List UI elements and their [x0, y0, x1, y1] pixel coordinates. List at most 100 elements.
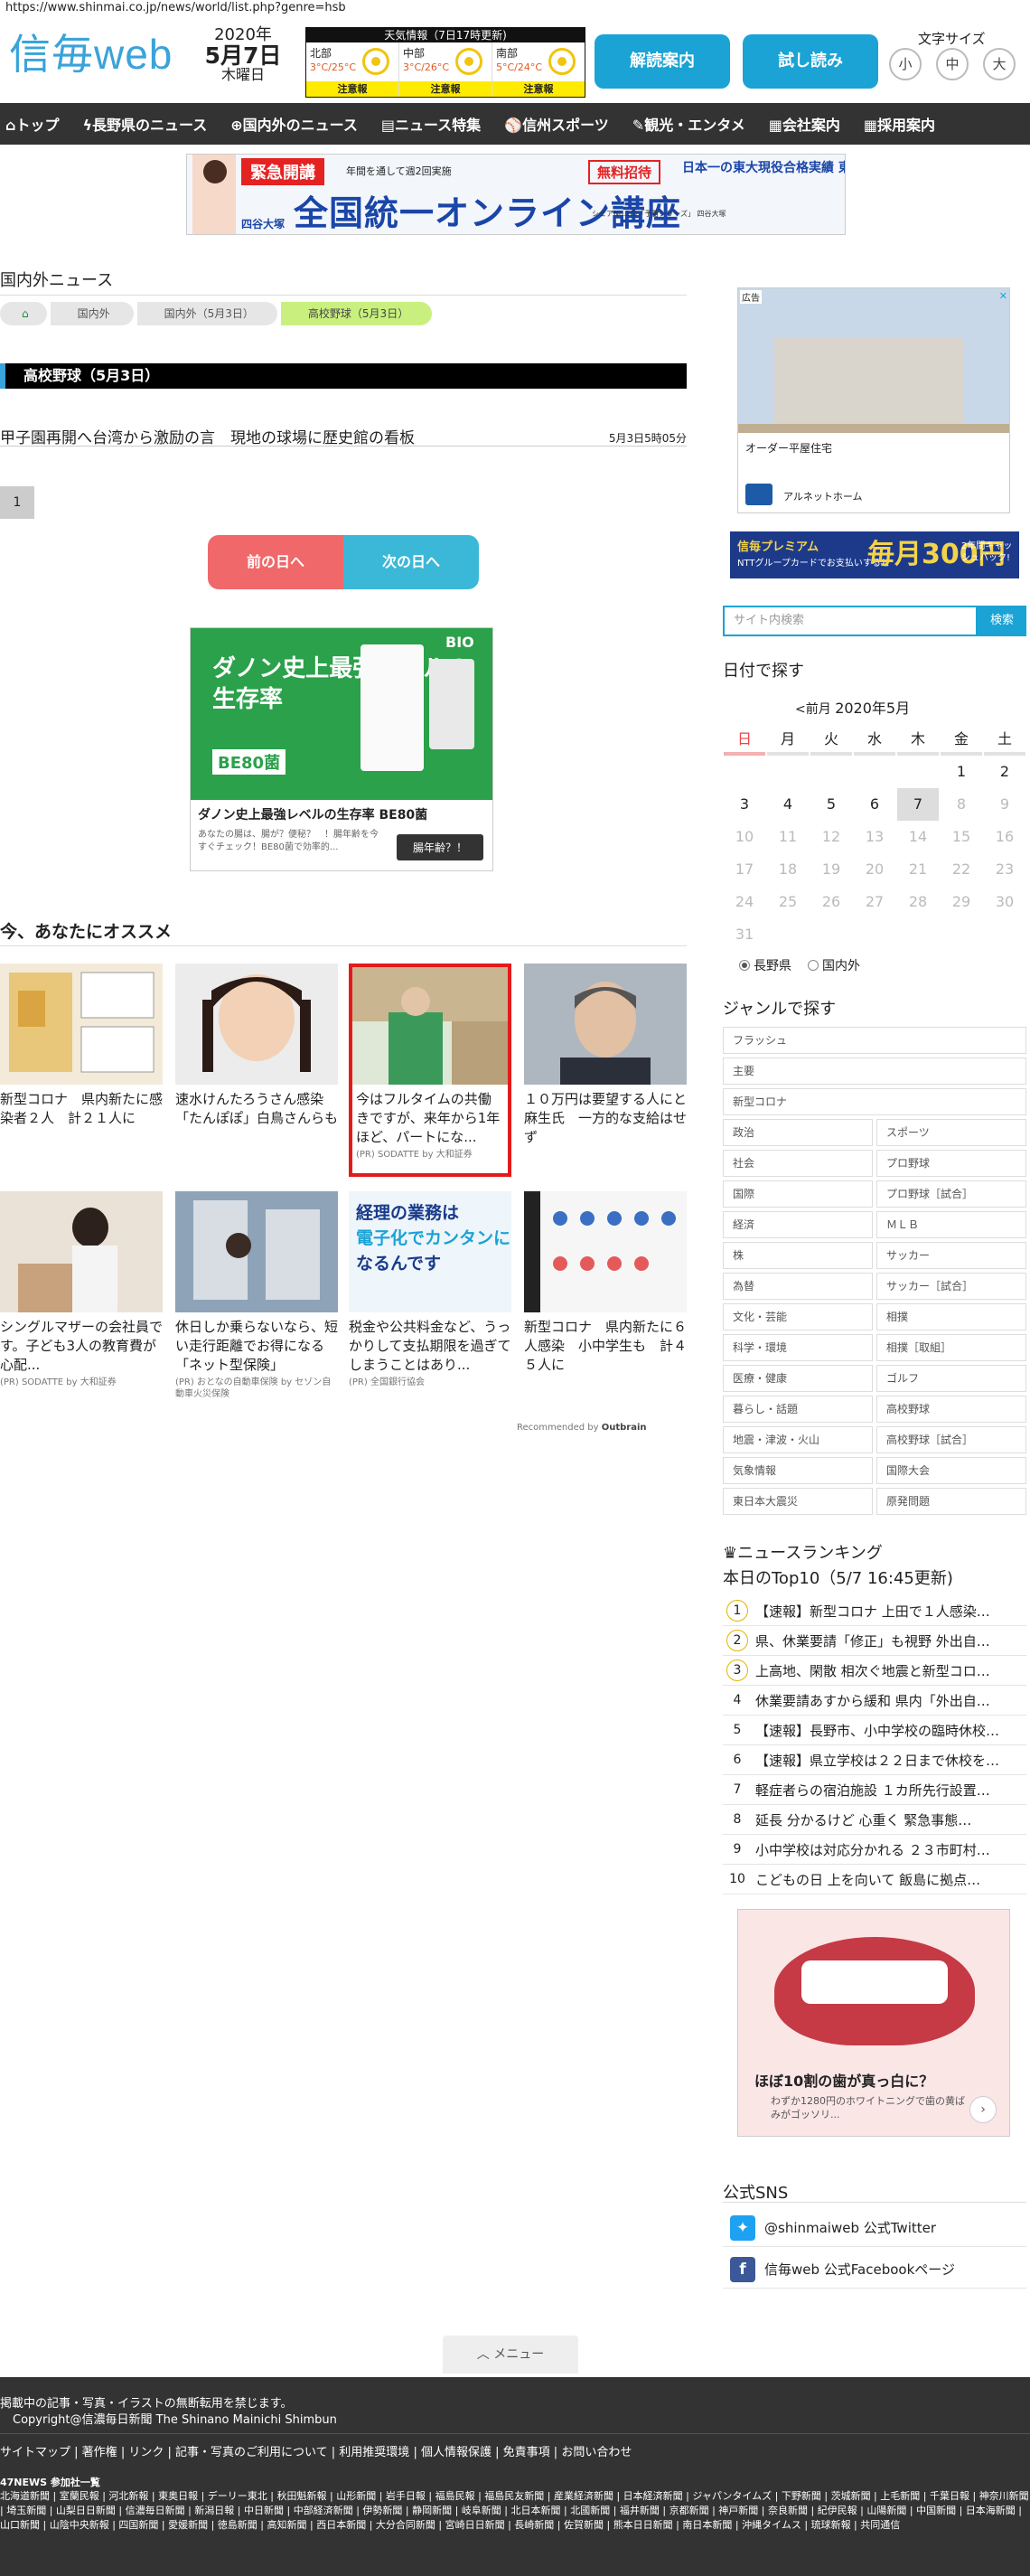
- chevron-right-icon[interactable]: ›: [969, 2096, 997, 2123]
- radio-nagano[interactable]: 長野県: [739, 956, 791, 974]
- genre-link[interactable]: 株: [723, 1242, 873, 1269]
- genre-link[interactable]: 文化・芸能: [723, 1303, 873, 1330]
- nav-nagano[interactable]: ϟ長野県のニュース: [82, 113, 207, 135]
- side-ad-premium[interactable]: 信毎プレミアム NTTグループカードでお支払いすると 毎月300円 2年間キャッ…: [730, 531, 1019, 578]
- calendar-day[interactable]: 3: [724, 788, 765, 821]
- genre-link[interactable]: 気象情報: [723, 1457, 873, 1484]
- facebook-link[interactable]: f 信毎web 公式Facebookページ: [723, 2251, 1026, 2289]
- genre-link[interactable]: 経済: [723, 1211, 873, 1238]
- genre-link[interactable]: スポーツ: [876, 1119, 1026, 1146]
- ranking-item[interactable]: 4 休業要請あすから緩和 県内「外出自…: [723, 1686, 1026, 1716]
- footer-link[interactable]: 著作権: [82, 2446, 117, 2459]
- genre-link[interactable]: ＭＬＢ: [876, 1211, 1026, 1238]
- genre-link[interactable]: 相撲［取組］: [876, 1334, 1026, 1361]
- genre-link[interactable]: 主要: [723, 1058, 1026, 1085]
- search-input[interactable]: サイト内検索: [723, 606, 978, 636]
- genre-link[interactable]: 社会: [723, 1150, 873, 1177]
- mid-ad[interactable]: ダノン史上最強レベルの生存率 BE80菌 BIO ダノン史上最強レベルの生存率 …: [190, 627, 493, 871]
- calendar-day[interactable]: 4: [767, 788, 809, 821]
- breadcrumb-home[interactable]: ⌂: [0, 302, 47, 325]
- ranking-item[interactable]: 6 【速報】県立学校は２２日まで休校を…: [723, 1745, 1026, 1775]
- footer-link[interactable]: サイトマップ: [0, 2446, 70, 2459]
- ranking-item[interactable]: 3 上高地、閑散 相次ぐ地震と新型コロ…: [723, 1656, 1026, 1686]
- recommend-card[interactable]: １０万円は要望する人にと麻生氏 一方的な支給はせず: [524, 964, 687, 1147]
- prev-month-link[interactable]: <前月: [795, 702, 831, 717]
- genre-link[interactable]: 東日本大震災: [723, 1488, 873, 1515]
- breadcrumb-item[interactable]: 国内外（5月3日）: [136, 302, 277, 325]
- nav-top[interactable]: ⌂トップ: [5, 113, 59, 135]
- genre-link[interactable]: 高校野球: [876, 1396, 1026, 1423]
- genre-link[interactable]: プロ野球［試合］: [876, 1180, 1026, 1208]
- search-button[interactable]: 検索: [978, 606, 1026, 636]
- nav-sports[interactable]: ⚾信州スポーツ: [504, 113, 609, 135]
- genre-link[interactable]: 為替: [723, 1273, 873, 1300]
- radio-dot[interactable]: [739, 960, 750, 971]
- genre-link[interactable]: 国際大会: [876, 1457, 1026, 1484]
- calendar-day[interactable]: 1: [941, 756, 982, 788]
- recommend-card[interactable]: 新型コロナ 県内新たに感染者２人 計２１人に: [0, 964, 163, 1128]
- genre-link[interactable]: 地震・津波・火山: [723, 1426, 873, 1453]
- footer-link[interactable]: 利用推奨環境: [339, 2446, 409, 2459]
- calendar-day[interactable]: 5: [810, 788, 852, 821]
- ranking-item[interactable]: 2 県、休業要請「修正」も視野 外出自…: [723, 1626, 1026, 1656]
- footer-link[interactable]: 個人情報保護: [421, 2446, 492, 2459]
- font-size-small-button[interactable]: 小: [889, 48, 922, 80]
- radio-dot[interactable]: [808, 960, 819, 971]
- article-title[interactable]: 甲子園再開へ台湾から激励の言 現地の球場に歴史館の看板: [0, 425, 415, 447]
- outbrain-credit[interactable]: Recommended by Outbrain: [517, 1423, 647, 1433]
- trial-button[interactable]: 試し読み: [743, 34, 878, 89]
- genre-link[interactable]: 医療・健康: [723, 1365, 873, 1392]
- nav-world[interactable]: ⊕国内外のニュース: [230, 113, 358, 135]
- font-size-large-button[interactable]: 大: [983, 48, 1016, 80]
- breadcrumb-item-current[interactable]: 高校野球（5月3日）: [280, 302, 433, 325]
- ranking-item[interactable]: 10 こどもの日 上を向いて 飯島に拠点…: [723, 1865, 1026, 1894]
- footer-link[interactable]: 免責事項: [503, 2446, 550, 2459]
- nav-company[interactable]: ▦会社案内: [769, 113, 840, 135]
- top-banner-ad[interactable]: 緊急開講 年間を通して週2回実施 全国統一オンライン講座 四谷大塚 無料招待 日…: [186, 154, 846, 235]
- recommend-card[interactable]: シングルマザーの会社員です。子ども3人の教育費が心配... (PR) SODAT…: [0, 1191, 163, 1388]
- calendar-day[interactable]: 7: [897, 788, 939, 821]
- calendar-day[interactable]: 6: [854, 788, 895, 821]
- site-logo[interactable]: 信毎web: [9, 29, 173, 80]
- recommend-card[interactable]: 休日しか乗らないなら、短い走行距離でお得になる「ネット型保険」 (PR) おとな…: [175, 1191, 338, 1400]
- recommend-card[interactable]: 経理の業務は 電子化でカンタンに なるんです 税金や公共料金など、うっかりして支払期…: [349, 1191, 511, 1388]
- radio-world[interactable]: 国内外: [808, 956, 860, 974]
- footer-link[interactable]: リンク: [128, 2446, 164, 2459]
- nav-recruit[interactable]: ▦採用案内: [864, 113, 935, 135]
- genre-link[interactable]: 相撲: [876, 1303, 1026, 1330]
- weather-widget[interactable]: 天気情報（7日17時更新) 北部 3°C/25°C 注意報 中部 3°C/26°…: [305, 27, 585, 98]
- ranking-item[interactable]: 1 【速報】新型コロナ 上田で１人感染…: [723, 1596, 1026, 1626]
- genre-link[interactable]: 新型コロナ: [723, 1088, 1026, 1115]
- footer-link[interactable]: 記事・写真のご利用について: [175, 2446, 328, 2459]
- genre-link[interactable]: プロ野球: [876, 1150, 1026, 1177]
- genre-link[interactable]: 原発問題: [876, 1488, 1026, 1515]
- pagination-page[interactable]: 1: [0, 486, 34, 519]
- ranking-item[interactable]: 9 小中学校は対応分かれる ２３市町村…: [723, 1835, 1026, 1865]
- ranking-item[interactable]: 7 軽症者らの宿泊施設 １カ所先行設置…: [723, 1775, 1026, 1805]
- genre-link[interactable]: 科学・環境: [723, 1334, 873, 1361]
- recommend-card[interactable]: 新型コロナ 県内新たに６人感染 小中学生も 計４５人に: [524, 1191, 687, 1375]
- recommend-card-sponsored[interactable]: 今はフルタイムの共働きですが、来年から1年ほど、パートにな... (PR) SO…: [349, 964, 511, 1177]
- side-ad-house[interactable]: 広告 ✕ オーダー平屋住宅 アルネットホーム: [737, 287, 1010, 513]
- subscribe-button[interactable]: 解読案内: [595, 34, 730, 89]
- close-icon[interactable]: ✕: [999, 290, 1007, 302]
- footer-link[interactable]: お問い合わせ: [561, 2446, 632, 2459]
- side-ad-whitening[interactable]: ほぼ10割の歯が真っ白に？ わずか1280円のホワイトニングで歯の黄ばみがゴッソ…: [737, 1909, 1010, 2137]
- nav-tourism[interactable]: ✎観光・エンタメ: [632, 113, 745, 135]
- menu-toggle[interactable]: ︿ メニュー: [443, 2336, 578, 2374]
- nav-features[interactable]: ▤ニュース特集: [381, 113, 481, 135]
- genre-link[interactable]: ゴルフ: [876, 1365, 1026, 1392]
- calendar-day[interactable]: 2: [984, 756, 1025, 788]
- recommend-card[interactable]: 速水けんたろうさん感染 「たんぽぽ」白鳥さんらも: [175, 964, 338, 1128]
- twitter-link[interactable]: ✦ @shinmaiweb 公式Twitter: [723, 2209, 1026, 2247]
- breadcrumb-item[interactable]: 国内外: [50, 302, 134, 325]
- prev-day-button[interactable]: 前の日へ: [208, 535, 343, 589]
- genre-link[interactable]: 暮らし・話題: [723, 1396, 873, 1423]
- ad-cta-button[interactable]: 腸年齢？！: [396, 834, 483, 860]
- genre-link[interactable]: フラッシュ: [723, 1027, 1026, 1054]
- genre-link[interactable]: サッカー: [876, 1242, 1026, 1269]
- genre-link[interactable]: 国際: [723, 1180, 873, 1208]
- genre-link[interactable]: サッカー［試合］: [876, 1273, 1026, 1300]
- footer-papers[interactable]: 北海道新聞 | 室蘭民報 | 河北新報 | 東奥日報 | デーリー東北 | 秋田…: [0, 2489, 1030, 2533]
- ranking-item[interactable]: 8 延長 分かるけど 心重く 緊急事態…: [723, 1805, 1026, 1835]
